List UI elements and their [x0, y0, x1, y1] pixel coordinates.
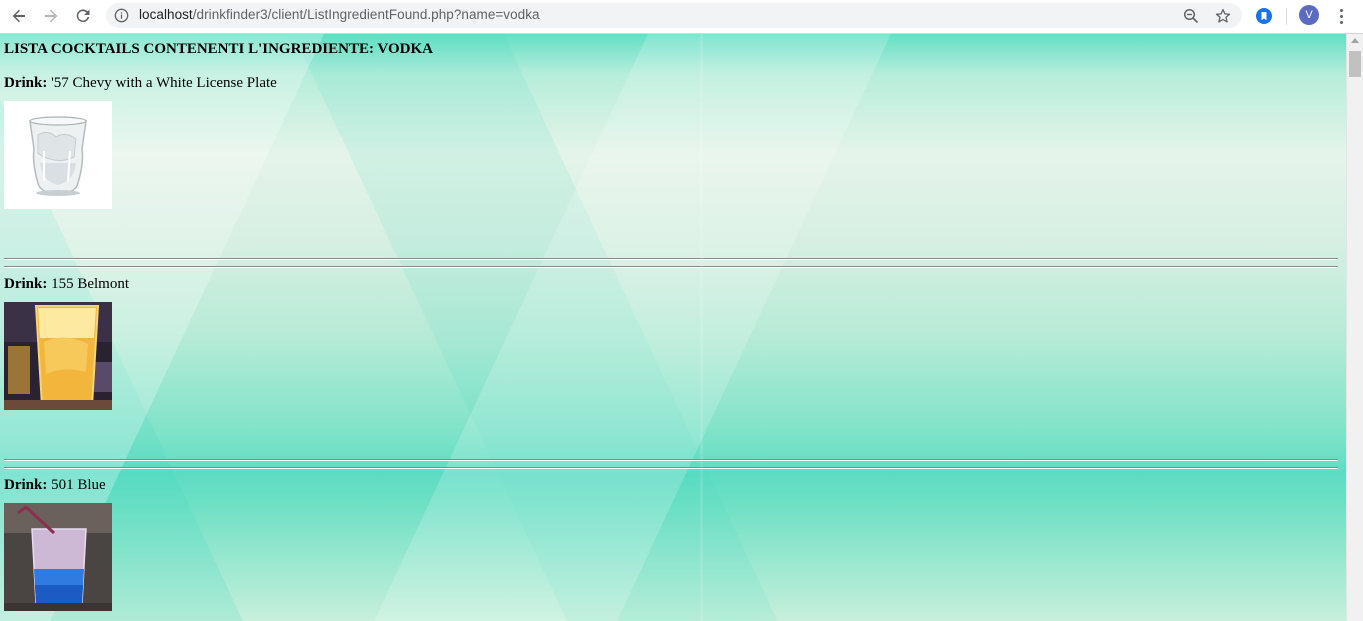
toolbar-separator — [1286, 8, 1287, 25]
address-bar[interactable]: localhost/drinkfinder3/client/ListIngred… — [106, 3, 1242, 28]
page-title: LISTA COCKTAILS CONTENENTI L'INGREDIENTE… — [4, 41, 433, 57]
separator — [4, 459, 1338, 461]
drink-name: '57 Chevy with a White License Plate — [51, 75, 277, 91]
drink-label: Drink: — [4, 477, 48, 493]
url-host: localhost — [139, 7, 193, 22]
page-viewport: LISTA COCKTAILS CONTENENTI L'INGREDIENTE… — [0, 34, 1346, 621]
reload-icon[interactable] — [71, 5, 95, 27]
drink-image[interactable] — [4, 503, 112, 611]
separator — [4, 258, 1338, 260]
drink-name: 501 Blue — [51, 477, 106, 493]
separator — [4, 467, 1338, 469]
separator — [4, 266, 1338, 268]
drink-name-line: Drink: 501 Blue — [4, 477, 106, 494]
drink-label: Drink: — [4, 276, 48, 292]
drink-label: Drink: — [4, 75, 48, 91]
star-icon[interactable] — [1214, 7, 1232, 25]
bookmark-extension-icon[interactable] — [1254, 6, 1274, 26]
drink-name-line: Drink: '57 Chevy with a White License Pl… — [4, 75, 277, 92]
back-arrow-icon[interactable] — [7, 5, 31, 27]
zoom-out-icon[interactable] — [1182, 7, 1200, 25]
scrollbar-thumb[interactable] — [1349, 51, 1361, 77]
scroll-up-arrow-icon[interactable] — [1351, 38, 1359, 43]
kebab-menu-icon[interactable] — [1333, 6, 1349, 26]
info-icon[interactable] — [114, 8, 129, 23]
drink-image[interactable] — [4, 101, 112, 209]
url-text[interactable]: localhost/drinkfinder3/client/ListIngred… — [139, 7, 540, 22]
forward-arrow-icon[interactable] — [39, 5, 63, 27]
drink-name-line: Drink: 155 Belmont — [4, 276, 129, 293]
url-path: /drinkfinder3/client/ListIngredientFound… — [192, 7, 540, 22]
drink-name: 155 Belmont — [51, 276, 130, 292]
vertical-scrollbar[interactable] — [1346, 34, 1363, 621]
profile-avatar[interactable]: V — [1299, 5, 1319, 25]
browser-toolbar: localhost/drinkfinder3/client/ListIngred… — [0, 0, 1363, 34]
drink-image[interactable] — [4, 302, 112, 410]
